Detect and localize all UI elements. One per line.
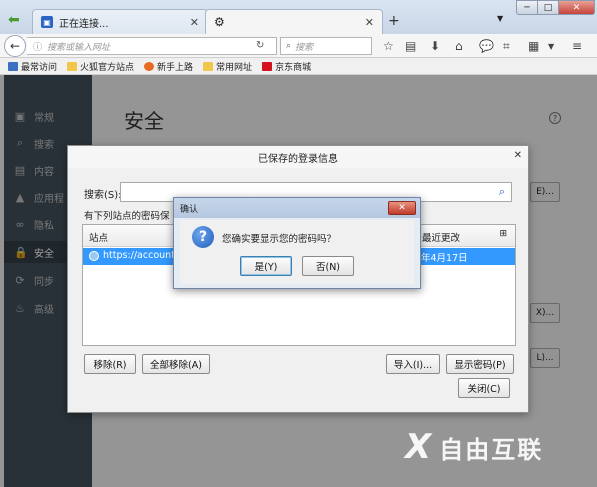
firefox-icon [144, 61, 155, 71]
tab-title: 正在连接... [59, 18, 109, 30]
confirm-close-button[interactable]: ✕ [388, 201, 416, 215]
close-tab-icon[interactable]: ✕ [365, 16, 374, 29]
bookmark-most-visited[interactable]: 最常访问 [8, 60, 57, 73]
chat-icon[interactable]: 💬 [479, 39, 494, 53]
column-header-changed[interactable]: 最近更改 [417, 230, 460, 244]
confirm-message: 您确实要显示您的密码吗？ [222, 234, 337, 245]
tab-list-dropdown-icon[interactable]: ▼ [497, 14, 503, 23]
confirm-title-bar: 确认 [174, 198, 420, 218]
confirm-dialog: 确认 ✕ ? 您确实要显示您的密码吗？ 是(Y) 否(N) [173, 197, 421, 289]
folder-icon [203, 61, 214, 71]
close-button[interactable]: 关闭(C) [458, 378, 510, 398]
import-button[interactable]: 导入(I)... [386, 354, 440, 374]
navigation-bar: ← ⓘ 搜索或输入网址 ↻ ⌕ 搜索 ☆ ▤ ⬇ ⌂ 💬 ⌗ ▦ ▼ ≡ [0, 34, 597, 58]
tab-connecting[interactable]: ▣ 正在连接... ✕ [32, 9, 208, 34]
search-input[interactable]: ⌕ 搜索 [280, 37, 372, 55]
bookmark-common-sites[interactable]: 常用网址 [203, 60, 252, 73]
reload-icon[interactable]: ↻ [256, 40, 264, 51]
minimize-button[interactable]: ─ [516, 0, 538, 15]
globe-icon [89, 250, 99, 261]
watermark-text: 自由互联 [439, 435, 544, 464]
gear-icon: ⚙ [214, 15, 225, 29]
bookmark-getting-started[interactable]: 新手上路 [144, 60, 193, 73]
firefox-back-icon[interactable]: ⬅ [8, 12, 28, 30]
dialog-title-text: 已保存的登录信息 [258, 153, 338, 165]
tab-preferences[interactable]: ⚙ ✕ [205, 9, 383, 34]
close-window-button[interactable]: ✕ [558, 0, 595, 15]
reading-list-icon[interactable]: ▤ [405, 39, 416, 53]
row-date: 年4月17日 [421, 253, 468, 264]
list-caption: 有下列站点的密码保 [84, 211, 170, 222]
confirm-title: 确认 [180, 204, 199, 215]
jd-icon [262, 61, 273, 71]
remove-all-button[interactable]: 全部移除(A) [142, 354, 210, 374]
url-input[interactable]: ⓘ 搜索或输入网址 [27, 37, 277, 55]
close-tab-icon[interactable]: ✕ [190, 16, 199, 29]
show-passwords-button[interactable]: 显示密码(P) [446, 354, 514, 374]
home-icon[interactable]: ⌂ [455, 39, 463, 53]
bookmark-firefox-site[interactable]: 火狐官方站点 [67, 60, 134, 73]
url-placeholder: 搜索或输入网址 [47, 42, 111, 53]
page-icon: ▣ [41, 16, 53, 28]
column-picker-icon[interactable]: ⊞ [499, 229, 507, 239]
bookmark-label: 火狐官方站点 [80, 62, 135, 73]
search-placeholder: 搜索 [295, 42, 314, 53]
question-icon: ? [192, 226, 214, 248]
bookmark-label: 新手上路 [157, 62, 194, 73]
bookmark-jd[interactable]: 京东商城 [262, 60, 311, 73]
title-bar: ⬅ ▣ 正在连接... ✕ ⚙ ✕ + ▼ ─ □ ✕ [0, 0, 597, 34]
folder-icon [67, 61, 78, 71]
search-label: 搜索(S): [84, 190, 122, 201]
bookmark-folder-icon [8, 61, 18, 71]
remove-button[interactable]: 移除(R) [84, 354, 136, 374]
column-header-site[interactable]: 站点 [89, 230, 108, 244]
x-logo-icon: X [405, 427, 434, 467]
screenshot-icon[interactable]: ⌗ [503, 39, 510, 54]
bookmark-label: 常用网址 [216, 62, 253, 73]
bookmark-label: 京东商城 [275, 62, 312, 73]
menu-icon[interactable]: ≡ [572, 39, 582, 53]
bookmark-star-icon[interactable]: ☆ [383, 39, 394, 53]
chevron-down-icon[interactable]: ▼ [548, 42, 554, 51]
back-button[interactable]: ← [4, 35, 26, 57]
search-icon: ⌕ [286, 41, 292, 51]
bookmark-label: 最常访问 [21, 62, 58, 73]
search-icon: ⌕ [498, 185, 505, 198]
dialog-title: 已保存的登录信息 [68, 146, 528, 168]
bookmarks-toolbar: 最常访问 火狐官方站点 新手上路 常用网址 京东商城 [0, 58, 597, 75]
close-icon[interactable]: ✕ [514, 150, 522, 161]
maximize-button[interactable]: □ [537, 0, 559, 15]
grid-icon[interactable]: ▦ [528, 39, 539, 53]
info-icon[interactable]: ⓘ [33, 40, 42, 53]
no-button[interactable]: 否(N) [302, 256, 354, 276]
new-tab-button[interactable]: + [388, 13, 400, 29]
watermark-logo: X 自由互联 [405, 427, 543, 467]
download-icon[interactable]: ⬇ [430, 39, 440, 53]
confirm-body: ? 您确实要显示您的密码吗？ 是(Y) 否(N) [180, 220, 414, 284]
yes-button[interactable]: 是(Y) [240, 256, 292, 276]
